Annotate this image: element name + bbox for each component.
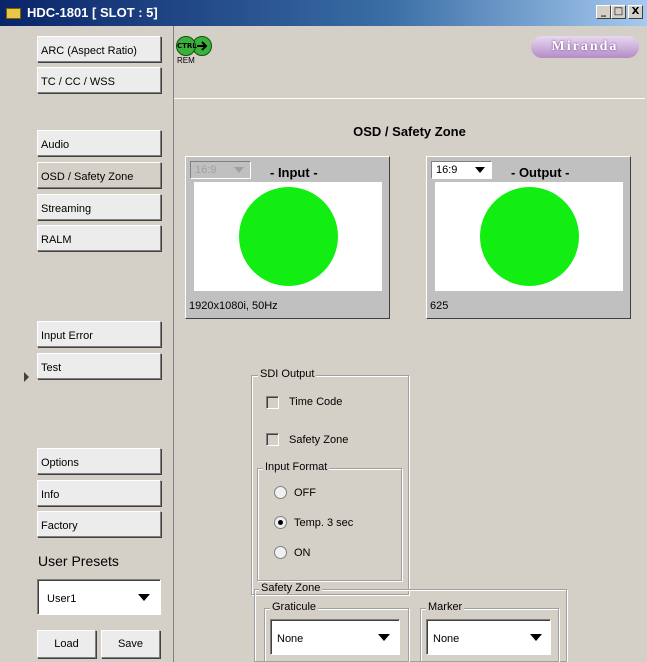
sidebar-item-ralm[interactable]: RALM (37, 225, 161, 251)
window-title: HDC-1801 [ SLOT : 5] (27, 5, 158, 20)
chevron-down-icon (234, 167, 244, 173)
safety-zone-group: Safety Zone Graticule None Marker None (254, 582, 567, 662)
input-aspect-dropdown: 16:9 (190, 161, 251, 179)
safety-zone-check-label: Safety Zone (289, 434, 349, 446)
marker-value: None (433, 633, 460, 645)
maximize-button[interactable]: □ (611, 5, 626, 19)
time-code-label: Time Code (289, 396, 343, 408)
input-panel: 16:9 - Input - 1920x1080i, 50Hz (185, 156, 390, 319)
toolbar: CTRL REM Miranda (174, 26, 645, 98)
input-title: - Input - (270, 165, 318, 180)
collapse-strip[interactable] (0, 26, 31, 662)
sidebar-item-osd-safety-zone[interactable]: OSD / Safety Zone (37, 162, 161, 188)
rem-label: REM (177, 56, 195, 65)
format-off-label: OFF (294, 487, 316, 499)
chevron-down-icon (475, 167, 485, 173)
sidebar: ARC (Aspect Ratio) TC / CC / WSS Audio O… (30, 26, 173, 662)
output-panel: 16:9 - Output - 625 (426, 156, 631, 319)
user-presets-label: User Presets (38, 553, 119, 569)
graticule-value: None (277, 633, 304, 645)
miranda-logo: Miranda (531, 36, 639, 58)
output-title: - Output - (511, 165, 570, 180)
output-aspect-value: 16:9 (436, 164, 458, 176)
minimize-button[interactable]: _ (596, 5, 611, 19)
sidebar-item-tc-cc-wss[interactable]: TC / CC / WSS (37, 67, 161, 93)
format-on-label: ON (294, 547, 311, 559)
app-icon (6, 8, 21, 19)
chevron-down-icon (138, 594, 150, 601)
sidebar-item-input-error[interactable]: Input Error (37, 321, 161, 347)
format-temp-radio[interactable] (274, 516, 287, 529)
input-preview (194, 182, 382, 291)
format-off-radio[interactable] (274, 486, 287, 499)
ctrl-icon[interactable]: CTRL (176, 36, 197, 56)
sidebar-item-options[interactable]: Options (37, 448, 161, 474)
load-button[interactable]: Load (37, 630, 96, 658)
input-format-group: Input Format OFF Temp. 3 sec ON (257, 461, 402, 581)
main-panel: CTRL REM Miranda OSD / Safety Zone 16:9 … (173, 26, 645, 662)
time-code-checkbox[interactable] (266, 396, 279, 409)
sidebar-item-streaming[interactable]: Streaming (37, 194, 161, 220)
user-preset-dropdown[interactable]: User1 (37, 579, 161, 615)
close-button[interactable]: X (628, 5, 643, 19)
sidebar-item-audio[interactable]: Audio (37, 130, 161, 156)
graticule-label: Graticule (270, 601, 319, 613)
safety-zone-checkbox[interactable] (266, 433, 279, 446)
marker-dropdown[interactable]: None (426, 619, 551, 655)
marker-group: Marker None (420, 601, 559, 662)
input-resolution: 1920x1080i, 50Hz (189, 300, 278, 312)
radio-selected-dot (278, 520, 283, 525)
input-signal-indicator (239, 187, 338, 286)
output-signal-indicator (480, 187, 579, 286)
output-aspect-dropdown[interactable]: 16:9 (431, 161, 492, 179)
output-preview (435, 182, 623, 291)
chevron-down-icon (530, 634, 542, 641)
graticule-group: Graticule None (264, 601, 409, 662)
format-on-radio[interactable] (274, 546, 287, 559)
format-temp-label: Temp. 3 sec (294, 517, 354, 529)
sdi-output-group: SDI Output Time Code Safety Zone Input F… (251, 368, 409, 595)
input-format-label: Input Format (263, 461, 330, 473)
save-button[interactable]: Save (101, 630, 160, 658)
expand-arrow-icon[interactable] (24, 372, 29, 382)
page-title: OSD / Safety Zone (353, 124, 466, 139)
user-preset-value: User1 (47, 593, 77, 605)
output-resolution: 625 (430, 300, 449, 312)
graticule-dropdown[interactable]: None (270, 619, 400, 655)
sdi-output-label: SDI Output (258, 368, 317, 380)
sidebar-item-info[interactable]: Info (37, 480, 161, 506)
window-title-bar[interactable]: HDC-1801 [ SLOT : 5] _ □ X (0, 0, 647, 26)
sidebar-item-arc[interactable]: ARC (Aspect Ratio) (37, 36, 161, 62)
chevron-down-icon (378, 634, 390, 641)
sidebar-item-test[interactable]: Test (37, 353, 161, 379)
safety-zone-group-label: Safety Zone (259, 582, 323, 594)
input-aspect-value: 16:9 (195, 164, 217, 176)
divider (174, 98, 645, 99)
sidebar-item-factory[interactable]: Factory (37, 511, 161, 537)
marker-label: Marker (426, 601, 465, 613)
